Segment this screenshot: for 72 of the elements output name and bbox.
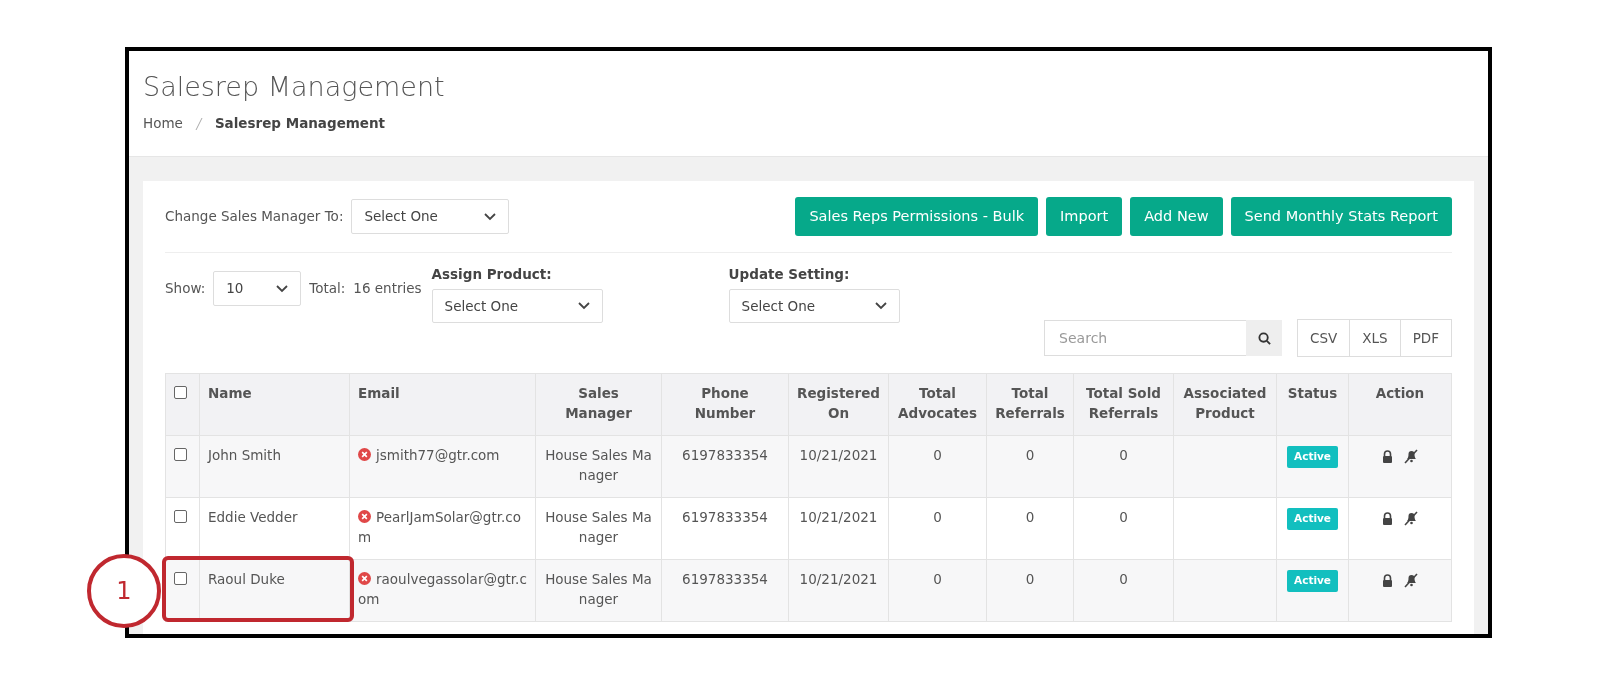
column-header: Total Advocates — [888, 373, 987, 436]
assign-product-select[interactable]: Select One — [431, 288, 603, 323]
lock-icon[interactable] — [1381, 511, 1393, 525]
column-header: Name — [199, 373, 350, 436]
bell-slash-icon[interactable] — [1402, 572, 1419, 589]
column-header: Status — [1276, 373, 1349, 436]
lock-icon[interactable] — [1381, 449, 1393, 463]
row-checkbox[interactable] — [174, 510, 187, 524]
email-cell: raoulvegassolar@gtr.com — [358, 571, 527, 608]
count-cell: 0 — [1119, 447, 1128, 464]
email-cell: jsmith77@gtr.com — [376, 447, 500, 464]
column-header: Registered On — [788, 373, 889, 436]
sales-manager-cell: House Sales Manager — [545, 571, 652, 608]
count-cell: 0 — [1025, 447, 1035, 464]
lock-icon[interactable] — [1381, 573, 1393, 587]
update-setting-label: Update Setting: — [728, 265, 851, 285]
chevron-icon — [276, 284, 289, 293]
name-cell: John Smith — [208, 447, 281, 464]
column-header: Associated Product — [1173, 373, 1277, 436]
callout-number: 1 — [87, 553, 161, 628]
phone-cell: 6197833354 — [682, 571, 768, 588]
select-all-checkbox[interactable] — [174, 386, 187, 400]
total-label: Total: — [309, 279, 346, 299]
export-button[interactable]: CSV — [1297, 318, 1351, 358]
name-cell: Eddie Vedder — [208, 509, 298, 526]
bell-slash-icon[interactable] — [1402, 510, 1419, 527]
export-button[interactable]: PDF — [1399, 318, 1452, 358]
search-field[interactable]: Search — [1044, 320, 1247, 356]
column-header: Phone Number — [661, 373, 789, 436]
export-button[interactable]: XLS — [1349, 318, 1401, 358]
count-cell: 0 — [933, 571, 942, 588]
page-size-select[interactable]: 10 — [213, 271, 302, 306]
show-label: Show: — [165, 279, 206, 299]
name-cell: Raoul Duke — [208, 571, 285, 588]
assign-product-label: Assign Product: — [431, 265, 553, 285]
count-cell: 0 — [933, 447, 942, 464]
count-cell: 0 — [933, 509, 942, 526]
date-cell: 10/21/2021 — [799, 509, 878, 526]
column-header: Action — [1348, 373, 1452, 436]
column-header: Total Sold Referrals — [1073, 373, 1174, 436]
manager-label: Change Sales Manager To: — [165, 207, 344, 227]
count-cell: 0 — [1025, 509, 1035, 526]
date-cell: 10/21/2021 — [799, 571, 878, 588]
update-setting-select[interactable]: Select One — [728, 288, 900, 323]
status-badge: Active — [1287, 508, 1338, 530]
total-count: 16 entries — [353, 279, 422, 299]
phone-cell: 6197833354 — [682, 447, 768, 464]
phone-cell: 6197833354 — [682, 509, 768, 526]
sales-manager-cell: House Sales Manager — [545, 509, 652, 546]
count-cell: 0 — [1119, 571, 1128, 588]
date-cell: 10/21/2021 — [799, 447, 878, 464]
chevron-icon — [484, 212, 497, 221]
count-cell: 0 — [1119, 509, 1128, 526]
row-checkbox[interactable] — [174, 572, 187, 586]
sales-manager-cell: House Sales Manager — [545, 447, 652, 484]
count-cell: 0 — [1025, 571, 1035, 588]
status-badge: Active — [1287, 446, 1338, 468]
column-header: Email — [349, 373, 536, 436]
bell-slash-icon[interactable] — [1402, 448, 1419, 465]
breadcrumb-current: Salesrep Management — [214, 114, 386, 134]
row-checkbox[interactable] — [174, 448, 187, 462]
search-button[interactable] — [1246, 320, 1283, 356]
chevron-icon — [874, 301, 887, 310]
column-header: Total Referrals — [986, 373, 1074, 436]
page-title: Salesrep Management — [143, 71, 446, 104]
status-badge: Active — [1287, 570, 1338, 592]
manager-select[interactable]: Select One — [351, 199, 510, 234]
search-icon — [1257, 331, 1271, 345]
email-cell: PearlJamSolar@gtr.com — [358, 509, 521, 546]
column-header: Sales Manager — [535, 373, 662, 436]
chevron-icon — [577, 301, 590, 310]
breadcrumb-link[interactable]: Home — [143, 113, 183, 134]
